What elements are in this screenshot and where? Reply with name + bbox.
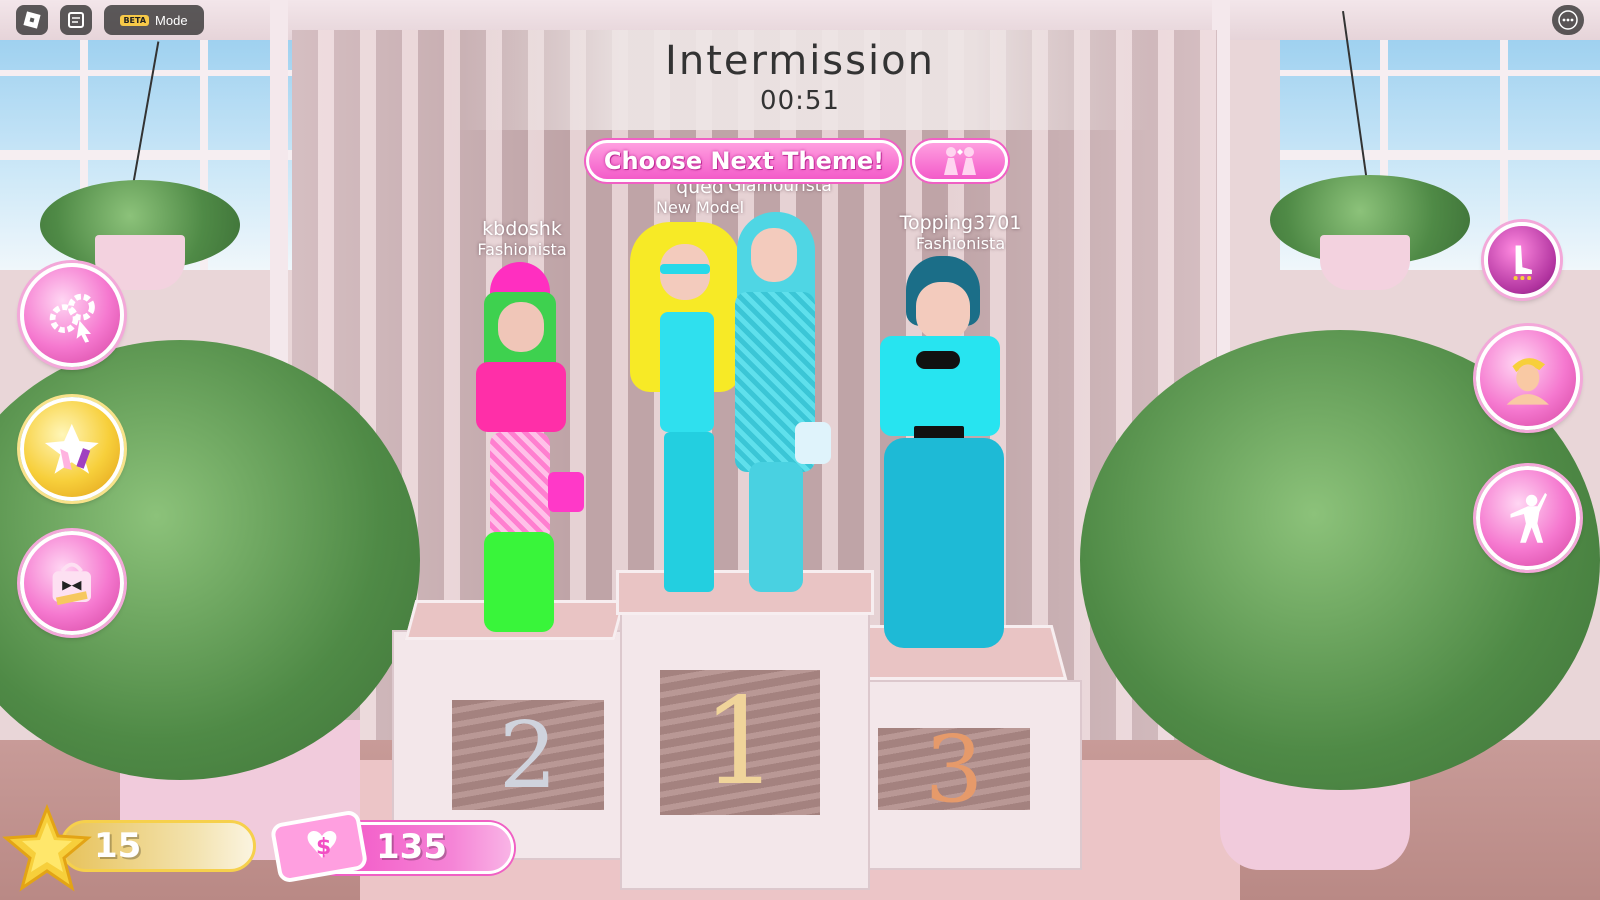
pose-icon [1510, 493, 1548, 543]
avatar-glamourista[interactable] [735, 212, 845, 602]
choose-next-theme-button[interactable]: Choose Next Theme! [586, 140, 902, 182]
podium-number-2: 2 [452, 700, 604, 810]
heels-button[interactable] [1484, 222, 1560, 298]
roblox-menu-button[interactable] [16, 5, 48, 35]
style-shop-button[interactable] [20, 397, 124, 501]
player-rank: Fashionista [915, 234, 1006, 253]
pose-button[interactable] [1476, 466, 1580, 570]
nametag-topping3701: Topping3701 Fashionista [878, 212, 1043, 253]
settings-icon [49, 293, 96, 343]
beta-mode-button[interactable]: BETA Mode [104, 5, 204, 35]
avatar-icon [1506, 358, 1550, 405]
round-title: Intermission [665, 38, 935, 84]
round-timer: 00:51 [760, 86, 840, 116]
duo-models-icon [944, 147, 976, 175]
podium-number-1: 1 [660, 670, 820, 815]
codes-icon [52, 562, 92, 606]
hanging-pot-right [1320, 235, 1410, 290]
player-rank: New Model [655, 198, 745, 217]
podium-number-3: 3 [878, 716, 1030, 823]
player-name: Topping3701 [899, 212, 1022, 234]
codes-button[interactable] [20, 531, 124, 635]
settings-button[interactable] [20, 263, 124, 367]
level-value: 15 [94, 826, 142, 866]
player-rank: Fashionista [477, 240, 567, 259]
level-star-icon [2, 804, 92, 892]
player-name: kbdoshk [482, 218, 562, 240]
roblox-logo-icon [23, 11, 41, 29]
mode-label: Mode [155, 12, 188, 28]
svg-text:$: $ [316, 835, 331, 860]
nametag-kbdoshk: kbdoshk Fashionista [452, 218, 592, 259]
style-shop-icon [45, 424, 99, 474]
avatar-button[interactable] [1476, 326, 1580, 430]
beta-badge: BETA [120, 14, 150, 26]
avatar-qued[interactable] [630, 222, 750, 602]
money-value: 135 [376, 827, 447, 867]
duo-models-button[interactable] [912, 140, 1008, 182]
choose-theme-label: Choose Next Theme! [603, 147, 885, 175]
avatar-kbdoshk[interactable] [476, 262, 596, 642]
more-button[interactable] [1552, 5, 1584, 35]
chat-button[interactable] [60, 5, 92, 35]
avatar-topping3701[interactable] [876, 256, 1016, 666]
more-icon [1558, 10, 1578, 30]
money-icon: $ [271, 811, 367, 882]
chat-icon [68, 12, 84, 28]
heels-icon [1513, 245, 1532, 280]
game-scene: 2 3 1 kbdoshk Fashionista qued New Model… [0, 0, 1600, 900]
